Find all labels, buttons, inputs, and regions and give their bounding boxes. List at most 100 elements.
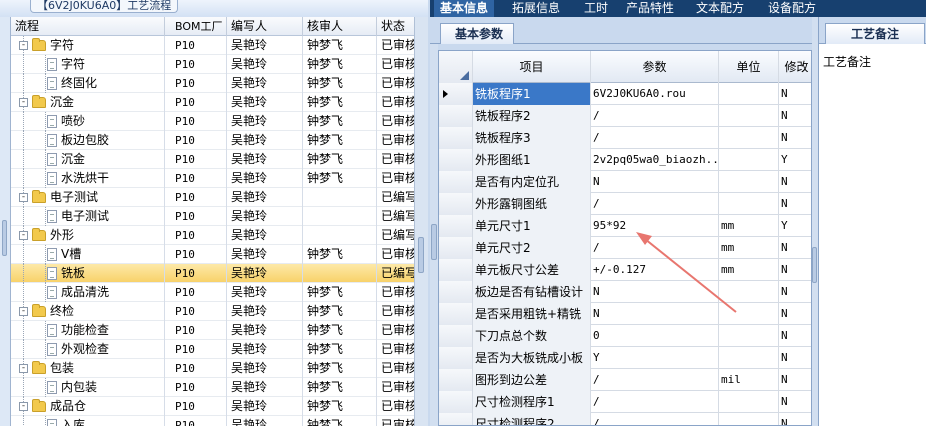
- header-item[interactable]: 项目: [473, 51, 591, 83]
- header-writer[interactable]: 编写人: [227, 17, 303, 36]
- cell-param[interactable]: +/-0.127: [591, 259, 719, 281]
- tree-row[interactable]: 外观检查 P10 吴艳玲 钟梦飞 已审核: [11, 340, 414, 359]
- collapse-toggle-icon[interactable]: -: [19, 307, 28, 316]
- param-row[interactable]: 铣板程序1 6V2J0KU6A0.rou N: [439, 83, 811, 105]
- param-row[interactable]: 下刀点总个数 0 N: [439, 325, 811, 347]
- row-header[interactable]: [439, 83, 473, 105]
- tree-node[interactable]: - 字符: [19, 36, 74, 55]
- tree-row[interactable]: V槽 P10 吴艳玲 钟梦飞 已审核: [11, 245, 414, 264]
- cell-param[interactable]: 0: [591, 325, 719, 347]
- tree-row[interactable]: - 外形 P10 吴艳玲 已编写: [11, 226, 414, 245]
- tree-row[interactable]: - 终检 P10 吴艳玲 钟梦飞 已审核: [11, 302, 414, 321]
- cell-param[interactable]: /: [591, 193, 719, 215]
- tree-node[interactable]: 终固化: [41, 74, 97, 93]
- param-row[interactable]: 单元板尺寸公差 +/-0.127 mm N: [439, 259, 811, 281]
- tree-node[interactable]: 电子测试: [41, 207, 109, 226]
- tree-row[interactable]: 板边包胶 P10 吴艳玲 钟梦飞 已审核: [11, 131, 414, 150]
- row-header[interactable]: [439, 171, 473, 193]
- param-row[interactable]: 板边是否有钻槽设计 N N: [439, 281, 811, 303]
- row-header[interactable]: [439, 413, 473, 425]
- left-splitter[interactable]: [414, 17, 428, 426]
- cell-param[interactable]: Y: [591, 347, 719, 369]
- row-header[interactable]: [439, 105, 473, 127]
- tree-node[interactable]: 功能检查: [41, 321, 109, 340]
- row-header[interactable]: [439, 127, 473, 149]
- row-header[interactable]: [439, 391, 473, 413]
- menu-item[interactable]: 工时: [578, 0, 614, 17]
- tree-node[interactable]: 成品清洗: [41, 283, 109, 302]
- row-header[interactable]: [439, 259, 473, 281]
- param-row[interactable]: 尺寸检测程序1/ N: [439, 391, 811, 413]
- collapse-left-handle[interactable]: [418, 237, 424, 273]
- tree-row[interactable]: 成品清洗 P10 吴艳玲 钟梦飞 已审核: [11, 283, 414, 302]
- tree-node[interactable]: 内包装: [41, 378, 97, 397]
- tab-basic-params[interactable]: 基本参数: [440, 23, 515, 44]
- tree-node[interactable]: 沉金: [41, 150, 85, 169]
- param-row[interactable]: 铣板程序3/ N: [439, 127, 811, 149]
- tree-row[interactable]: 水洗烘干 P10 吴艳玲 钟梦飞 已审核: [11, 169, 414, 188]
- tree-row[interactable]: 铣板 P10 吴艳玲 已编写: [11, 264, 414, 283]
- tree-row[interactable]: - 电子测试 P10 吴艳玲 已编写: [11, 188, 414, 207]
- collapse-toggle-icon[interactable]: -: [19, 41, 28, 50]
- cell-param[interactable]: N: [591, 171, 719, 193]
- param-row[interactable]: 单元尺寸1 95*92 mm Y: [439, 215, 811, 237]
- tree-row[interactable]: 字符 P10 吴艳玲 钟梦飞 已审核: [11, 55, 414, 74]
- tree-row[interactable]: - 包装 P10 吴艳玲 钟梦飞 已审核: [11, 359, 414, 378]
- header-status[interactable]: 状态: [377, 17, 414, 36]
- param-row[interactable]: 外形图纸1 2v2pq05wa0_biaozh... Y: [439, 149, 811, 171]
- menu-item[interactable]: 产品特性: [620, 0, 680, 17]
- tree-node[interactable]: 外观检查: [41, 340, 109, 359]
- param-row[interactable]: 是否采用粗铣+精铣 N N: [439, 303, 811, 325]
- header-unit[interactable]: 单位: [719, 51, 779, 83]
- tree-node[interactable]: 喷砂: [41, 112, 85, 131]
- tree-node[interactable]: - 电子测试: [19, 188, 98, 207]
- header-param[interactable]: 参数: [591, 51, 719, 83]
- tree-node[interactable]: 板边包胶: [41, 131, 109, 150]
- tree-row[interactable]: - 字符 P10 吴艳玲 钟梦飞 已审核: [11, 36, 414, 55]
- collapse-toggle-icon[interactable]: -: [19, 98, 28, 107]
- collapse-toggle-icon[interactable]: -: [19, 231, 28, 240]
- tree-node[interactable]: 字符: [41, 55, 85, 74]
- cell-param[interactable]: /: [591, 237, 719, 259]
- row-header[interactable]: [439, 369, 473, 391]
- header-reviewer[interactable]: 核审人: [303, 17, 377, 36]
- cell-param[interactable]: /: [591, 105, 719, 127]
- tree-node[interactable]: - 沉金: [19, 93, 74, 112]
- collapse-toggle-icon[interactable]: -: [19, 364, 28, 373]
- header-bom[interactable]: BOM工厂: [171, 17, 227, 36]
- row-header[interactable]: [439, 237, 473, 259]
- menu-item[interactable]: 文本配方: [690, 0, 750, 17]
- middle-splitter[interactable]: [430, 44, 438, 426]
- tree-row[interactable]: 电子测试 P10 吴艳玲 已编写: [11, 207, 414, 226]
- tree-row[interactable]: - 沉金 P10 吴艳玲 钟梦飞 已审核: [11, 93, 414, 112]
- menu-item[interactable]: 基本信息: [434, 0, 495, 17]
- tree-node[interactable]: - 外形: [19, 226, 74, 245]
- tree-node[interactable]: 入库: [41, 416, 85, 426]
- param-row[interactable]: 外形露铜图纸 / N: [439, 193, 811, 215]
- tab-process-notes[interactable]: 工艺备注: [825, 23, 925, 44]
- tree-node[interactable]: V槽: [41, 245, 81, 264]
- tree-row[interactable]: 内包装 P10 吴艳玲 钟梦飞 已审核: [11, 378, 414, 397]
- tree-row[interactable]: 沉金 P10 吴艳玲 钟梦飞 已审核: [11, 150, 414, 169]
- tree-row[interactable]: 功能检查 P10 吴艳玲 钟梦飞 已审核: [11, 321, 414, 340]
- param-row[interactable]: 单元尺寸2/mm N: [439, 237, 811, 259]
- tree-row[interactable]: 喷砂 P10 吴艳玲 钟梦飞 已审核: [11, 112, 414, 131]
- cell-param[interactable]: 6V2J0KU6A0.rou: [591, 83, 719, 105]
- param-row[interactable]: 图形到边公差 / mil N: [439, 369, 811, 391]
- row-header[interactable]: [439, 347, 473, 369]
- tree-node[interactable]: - 包装: [19, 359, 74, 378]
- cell-param[interactable]: N: [591, 281, 719, 303]
- tree-node[interactable]: - 成品仓: [19, 397, 86, 416]
- header-modify[interactable]: 修改: [779, 51, 811, 83]
- cell-param[interactable]: 2v2pq05wa0_biaozh...: [591, 149, 719, 171]
- row-header[interactable]: [439, 325, 473, 347]
- cell-param[interactable]: /: [591, 127, 719, 149]
- collapse-outer-handle[interactable]: [2, 220, 7, 256]
- tree-row[interactable]: 入库 P10 吴艳玲 钟梦飞 已审核: [11, 416, 414, 426]
- row-header[interactable]: [439, 193, 473, 215]
- header-flow[interactable]: 流程: [11, 17, 165, 36]
- collapse-middle-handle[interactable]: [431, 224, 437, 260]
- row-header[interactable]: [439, 281, 473, 303]
- tree-node[interactable]: 水洗烘干: [41, 169, 109, 188]
- menu-item[interactable]: 设备配方: [762, 0, 822, 17]
